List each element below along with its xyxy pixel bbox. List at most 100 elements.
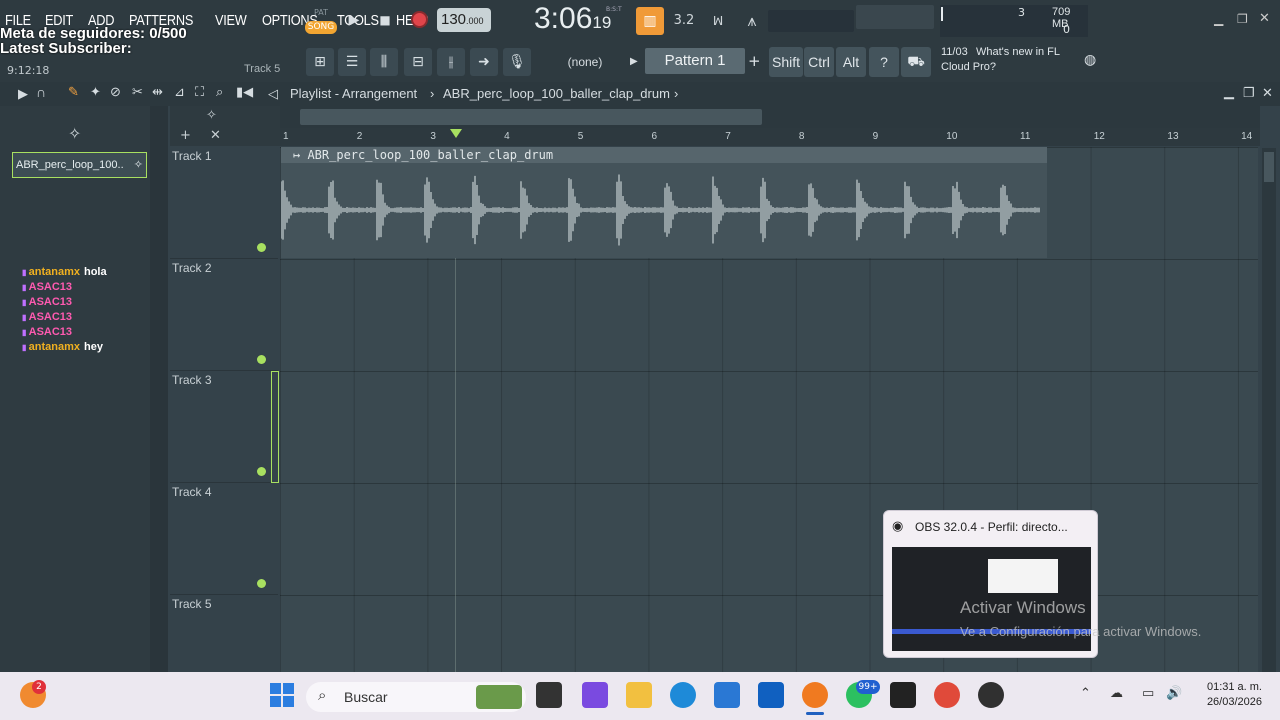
cloud-off-icon[interactable]: ☁ (1110, 686, 1123, 701)
master-volume-slider[interactable] (768, 10, 854, 32)
tempo-value: 130 (441, 11, 467, 28)
top-toolbar: FILE EDIT ADD PATTERNS VIEW OPTIONS TOOL… (0, 0, 1280, 82)
playhead-marker-icon[interactable] (450, 129, 462, 138)
news-panel[interactable]: 11/03 What's new in FL Cloud Pro? ◍ (936, 46, 1106, 78)
chat-message: ▮ ASAC13 (22, 281, 147, 296)
volume-icon[interactable]: 🔊 (1166, 686, 1182, 701)
track-header[interactable]: Track 4 (170, 483, 278, 595)
audio-clip[interactable]: ↦ ABR_perc_loop_100_baller_clap_drum (281, 147, 1047, 258)
stop-button[interactable]: ■ (373, 8, 397, 32)
pat-toggle[interactable]: PAT (306, 8, 336, 20)
speaker-icon[interactable]: ◁ (268, 86, 278, 102)
delete-icon[interactable]: ⊘ (110, 84, 121, 100)
arrangement-icon[interactable]: ⊞ (306, 48, 334, 76)
tray-chevron-icon[interactable]: ⌃ (1080, 686, 1091, 701)
close-icon[interactable]: ✕ (1259, 11, 1270, 26)
track-header[interactable]: Track 3 (170, 371, 278, 483)
vertical-scrollbar[interactable] (1262, 148, 1276, 672)
m365-icon[interactable] (582, 682, 608, 708)
obs-taskbar-icon[interactable] (978, 682, 1004, 708)
playlist-restore-icon[interactable]: ❐ (1243, 85, 1255, 101)
store-icon[interactable] (714, 682, 740, 708)
mixer-icon[interactable]: ⫲ (437, 48, 465, 76)
mute-icon[interactable]: ✂ (132, 84, 143, 100)
track-enable-icon[interactable] (257, 243, 266, 252)
browser-arrow-icon[interactable]: ➜ (470, 48, 498, 76)
taskbar-search-input[interactable]: ⌕ Buscar (306, 682, 526, 712)
tempo-fraction: .000 (466, 16, 484, 26)
select-icon[interactable]: ⛶ (195, 84, 204, 100)
slip-icon[interactable]: ⇹ (152, 84, 163, 100)
pencil-icon[interactable]: ✎ (68, 84, 79, 100)
tempo-display[interactable]: 130.000 (437, 8, 491, 32)
add-pattern-button[interactable]: + (748, 50, 762, 72)
ruler-tick: 10 (946, 131, 958, 142)
picker-waveform-icon[interactable]: ✧ (68, 124, 81, 143)
zoom-icon[interactable]: ⌕ (216, 84, 223, 100)
obs-logo-icon: ◉ (892, 519, 904, 534)
microphone-icon[interactable]: 🎙 (503, 48, 531, 76)
file-explorer-icon[interactable] (626, 682, 652, 708)
scroll-thumb[interactable] (300, 109, 762, 125)
metronome-icon[interactable]: ▥ (636, 7, 664, 35)
menu-view[interactable]: VIEW (215, 12, 247, 29)
clock-format: B:S:T (606, 6, 622, 13)
scroll-bar[interactable] (280, 106, 1260, 128)
playlist-menu-arrow-icon[interactable]: ▶ (18, 86, 28, 102)
paint-icon[interactable]: ✦ (90, 84, 101, 100)
windows-start-icon[interactable] (269, 682, 295, 708)
fl-studio-icon[interactable] (802, 682, 828, 708)
slice-icon[interactable]: ⊿ (174, 84, 185, 100)
chat-user: ASAC13 (28, 326, 73, 338)
track-waveform-icon: ✧ (206, 108, 217, 123)
wait-input-icon[interactable]: ⩚ (738, 7, 766, 35)
track-enable-icon[interactable] (257, 355, 266, 364)
activate-windows-text: Ve a Configuración para activar Windows. (960, 624, 1202, 639)
vertical-scroll-thumb[interactable] (1264, 152, 1274, 182)
ctrl-button[interactable]: Ctrl (804, 47, 834, 77)
pattern-selector-none[interactable]: (none) (556, 52, 614, 72)
playlist-icon[interactable]: ☰ (338, 48, 366, 76)
pattern-arrow-icon[interactable]: ▶ (630, 52, 642, 72)
restore-icon[interactable]: ❐ (1237, 12, 1248, 26)
edge-icon[interactable] (670, 682, 696, 708)
chat-badge-icon: ▮ (22, 313, 29, 322)
search-highlight-image (476, 685, 522, 709)
countdown-icon[interactable]: 3.2 (670, 7, 698, 35)
channel-rack-icon[interactable]: ⊟ (404, 48, 432, 76)
track-enable-icon[interactable] (257, 579, 266, 588)
play-button[interactable]: ▶ (342, 8, 366, 32)
tray-clock[interactable]: 01:31 a. m. 26/03/2026 (1196, 681, 1262, 708)
chat-text: hola (83, 266, 107, 278)
panel-divider (150, 106, 168, 672)
loop-record-icon[interactable]: ꟽ (704, 7, 732, 35)
picker-clip-item[interactable]: ABR_perc_loop_100.. ✧ (12, 152, 147, 178)
playlist-close-icon[interactable]: ✕ (1262, 85, 1273, 101)
chrome-icon[interactable] (934, 682, 960, 708)
track-header[interactable]: Track 1 (170, 147, 278, 259)
alt-button[interactable]: Alt (836, 47, 866, 77)
shift-button[interactable]: Shift (769, 47, 803, 77)
help-icon[interactable]: ? (869, 47, 899, 77)
piano-roll-icon[interactable]: ⫼ (370, 48, 398, 76)
playlist-minimize-icon[interactable]: ▁ (1224, 84, 1234, 100)
track-enable-icon[interactable] (257, 467, 266, 476)
outlook-icon[interactable] (758, 682, 784, 708)
minimize-icon[interactable]: ▁ (1214, 12, 1223, 26)
timeline-ruler[interactable]: 1 2 3 4 5 6 7 8 9 10 11 12 13 14 (280, 128, 1260, 146)
record-button[interactable] (411, 11, 428, 28)
task-view-icon[interactable] (536, 682, 562, 708)
song-toggle[interactable]: SONG (305, 21, 337, 34)
capcut-icon[interactable] (890, 682, 916, 708)
pattern-selector[interactable]: Pattern 1 (645, 48, 745, 74)
chat-user: antanamx (28, 266, 80, 278)
playback-icon[interactable]: ▮◀ (236, 84, 253, 100)
ruler-tick: 14 (1241, 131, 1253, 142)
add-track-icon[interactable]: + (180, 128, 191, 143)
shop-icon[interactable]: ⛟ (901, 47, 931, 77)
track-header[interactable]: Track 2 (170, 259, 278, 371)
audio-clip-header[interactable]: ↦ ABR_perc_loop_100_baller_clap_drum (281, 147, 1047, 163)
magnet-icon[interactable]: ∩ (36, 84, 46, 100)
network-icon[interactable]: ▭ (1142, 686, 1154, 701)
remove-track-icon[interactable]: ✕ (210, 128, 221, 143)
